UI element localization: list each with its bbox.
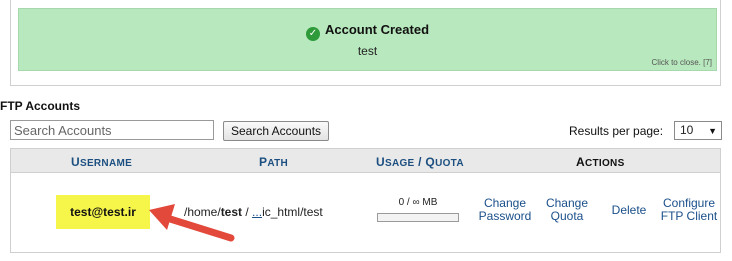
change-quota-link[interactable]: Change Quota	[542, 197, 592, 223]
header-username[interactable]: USERNAME	[71, 155, 132, 169]
table-row: test@test.ir /home/test / ...ic_html/tes…	[11, 174, 720, 252]
username-highlight: test@test.ir	[56, 195, 150, 229]
notice-close-link[interactable]: Click to close. [7]	[652, 58, 712, 67]
table-header: USERNAME PATH USAGE / QUOTA ACTIONS	[11, 149, 720, 173]
results-per-page-label: Results per page:	[569, 124, 664, 138]
header-usage-quota[interactable]: USAGE / QUOTA	[376, 155, 464, 169]
username-cell: test@test.ir	[70, 205, 136, 219]
usage-bar	[377, 213, 459, 222]
check-circle-icon: ✓	[305, 27, 320, 41]
usage-text: 0 / ∞ MB	[398, 197, 438, 208]
red-arrow-annotation	[149, 204, 235, 242]
section-title: FTP Accounts	[0, 99, 81, 113]
header-path[interactable]: PATH	[259, 155, 288, 169]
search-button[interactable]: Search Accounts	[223, 121, 329, 141]
chevron-down-icon: ▼	[708, 126, 717, 136]
delete-link[interactable]: Delete	[607, 204, 651, 217]
header-actions: ACTIONS	[576, 155, 625, 169]
notice-title-row: ✓ Account Created	[19, 22, 716, 41]
configure-ftp-client-link[interactable]: Configure FTP Client	[657, 197, 721, 223]
success-notice[interactable]: ✓ Account Created test Click to close. [7…	[18, 8, 717, 71]
notice-container: ✓ Account Created test Click to close. [7…	[10, 0, 721, 86]
results-per-page-value: 10	[680, 123, 694, 137]
notice-title: Account Created	[324, 22, 430, 37]
notice-username: test	[357, 44, 378, 58]
path-expand-link[interactable]: ...	[252, 205, 262, 219]
search-input[interactable]	[10, 120, 214, 140]
ftp-accounts-table: USERNAME PATH USAGE / QUOTA ACTIONS test…	[10, 148, 721, 253]
change-password-link[interactable]: Change Password	[475, 197, 535, 223]
results-per-page-select[interactable]: 10 ▼	[674, 121, 722, 140]
